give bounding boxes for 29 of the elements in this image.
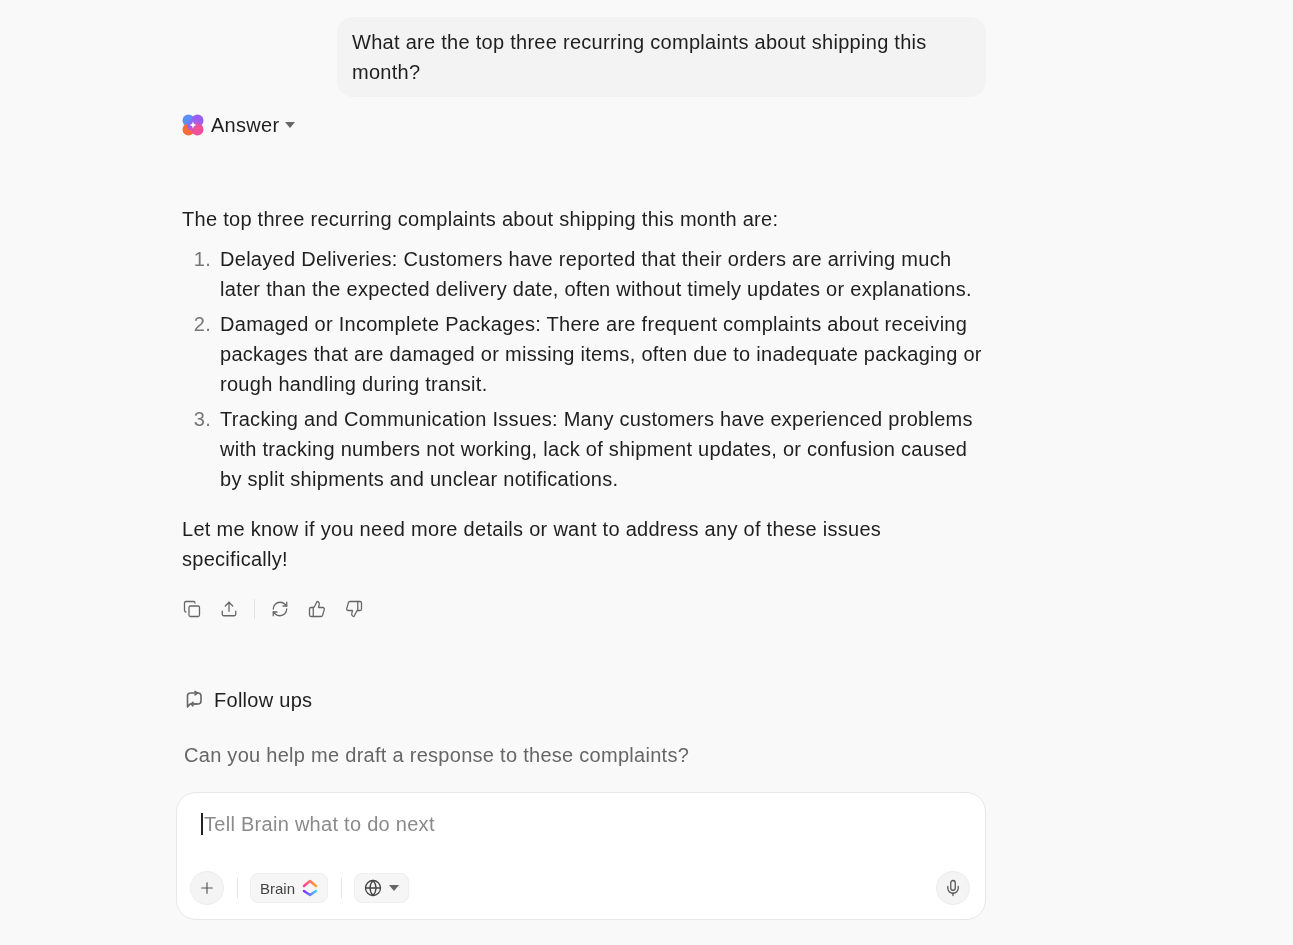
microphone-icon bbox=[944, 879, 962, 897]
follow-ups-heading: Follow ups bbox=[214, 688, 313, 712]
follow-up-suggestion[interactable]: Can you help me draft a response to these complaints? bbox=[184, 740, 690, 770]
globe-dropdown-button[interactable] bbox=[354, 873, 410, 903]
list-item-text: Damaged or Incomplete Packages: There are frequent complaints about receiving packages that are damaged or missing items, often due to inadequate packaging or rough handling during transit. bbox=[220, 312, 983, 397]
thumbs-up-icon[interactable] bbox=[308, 600, 326, 618]
chevrons-logo-icon bbox=[302, 879, 319, 897]
thumbs-down-icon[interactable] bbox=[345, 600, 363, 618]
microphone-button[interactable] bbox=[936, 871, 970, 905]
list-item-text: Tracking and Communication Issues: Many customers have experienced problems with tracking numbers not working, lack of shipment updates, or confusion caused by split shipments and unclear notifications. bbox=[220, 407, 974, 492]
list-item-text: Delayed Deliveries: Customers have reported that their orders are arriving much later than the expected delivery date, often without timely updates or explanations. bbox=[220, 247, 973, 302]
list-number: 2. bbox=[192, 312, 212, 337]
user-message: What are the top three recurring complaints about shipping this month? bbox=[337, 17, 986, 97]
list-number: 3. bbox=[192, 407, 212, 432]
caret-icon bbox=[389, 885, 400, 891]
flower-sparkle-icon bbox=[181, 113, 205, 137]
answer-dropdown[interactable]: Answer bbox=[176, 110, 300, 140]
globe-icon bbox=[364, 879, 383, 897]
copy-icon[interactable] bbox=[183, 600, 201, 618]
list-number: 1. bbox=[192, 247, 212, 272]
answer-intro: The top three recurring complaints about shipping this month are: bbox=[182, 207, 780, 232]
refresh-icon[interactable] bbox=[271, 600, 289, 618]
chat-refresh-icon bbox=[184, 690, 204, 710]
plus-icon bbox=[198, 879, 216, 897]
upload-icon[interactable] bbox=[220, 600, 238, 618]
model-button[interactable]: Brain bbox=[250, 873, 329, 903]
answer-closing: Let me know if you need more details or want to address any of these issues specifically! bbox=[182, 517, 883, 572]
caret-icon bbox=[285, 122, 296, 128]
message-input[interactable]: Tell Brain what to do next bbox=[203, 812, 943, 836]
